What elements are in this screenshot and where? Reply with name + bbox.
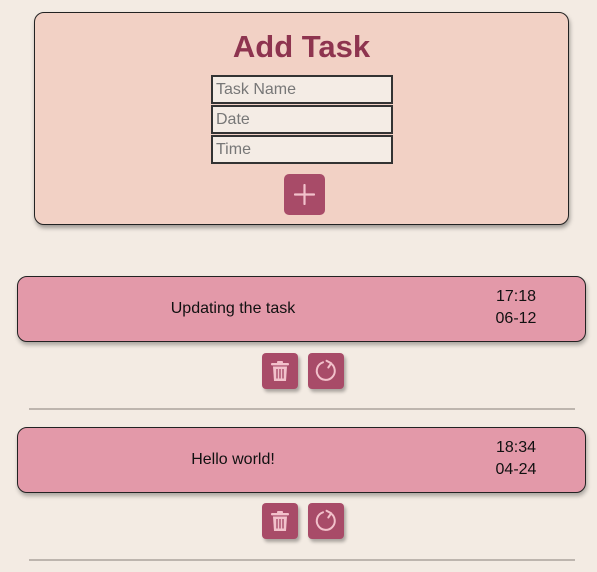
task-time: 18:34 [495,439,537,456]
trash-icon [271,361,289,381]
refresh-icon [315,509,336,531]
delete-task-button[interactable] [262,503,298,539]
time-input[interactable] [211,135,393,164]
task-card: Updating the task 17:18 06-12 [17,276,586,342]
task-datetime: 17:18 06-12 [471,286,561,330]
delete-task-button[interactable] [262,353,298,389]
task-name: Hello world! [191,451,275,468]
update-task-button[interactable] [308,503,344,539]
update-task-button[interactable] [308,353,344,389]
refresh-icon [315,359,336,381]
task-date: 06-12 [495,310,537,327]
task-date: 04-24 [495,461,537,478]
trash-icon [271,511,289,531]
divider [29,559,575,561]
task-name-input[interactable] [211,75,393,104]
plus-icon [294,184,315,205]
task-name: Updating the task [170,300,296,317]
add-task-button[interactable] [284,174,325,215]
task-datetime: 18:34 04-24 [471,437,561,481]
date-input[interactable] [211,105,393,134]
add-task-card: Add Task [34,12,569,225]
task-card: Hello world! 18:34 04-24 [17,427,586,493]
divider [29,408,575,410]
add-task-title: Add Task [232,29,371,64]
task-time: 17:18 [495,288,537,305]
